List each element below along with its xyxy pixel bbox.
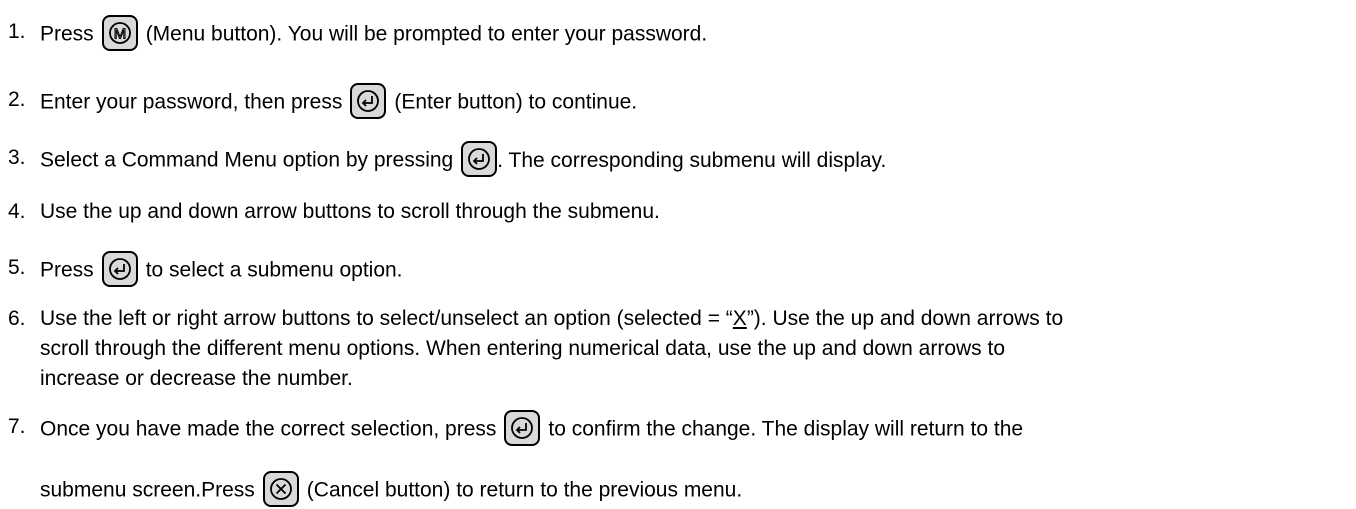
step-line: submenu screen.Press (Cancel button) to r… — [40, 471, 1348, 509]
cancel-button-icon — [262, 471, 299, 507]
step-text: submenu screen.Press — [40, 478, 255, 502]
step-text: Press — [40, 258, 94, 282]
step-line: Once you have made the correct selection… — [40, 410, 1348, 448]
step-text: ”). Use the up and down arrows to — [746, 307, 1064, 330]
menu-button-icon: M — [101, 15, 138, 51]
step-text: Select a Command Menu option by pressing — [40, 148, 454, 172]
step-line: scroll through the different menu option… — [40, 337, 1006, 360]
step-number: 4. — [8, 200, 26, 223]
step-number: 3. — [8, 146, 26, 169]
enter-button-icon — [350, 83, 387, 119]
step-text: to select a submenu option. — [145, 258, 403, 282]
step-text: to confirm the change. The display will … — [548, 417, 1024, 441]
enter-button-icon — [101, 251, 138, 287]
step-line: Use the left or right arrow buttons to s… — [40, 304, 1348, 334]
step-number: 1. — [8, 20, 26, 43]
enter-button-icon — [461, 141, 498, 177]
step-number: 6. — [8, 307, 26, 330]
selected-marker: X — [732, 307, 747, 330]
step-text: . The corresponding submenu will display… — [497, 148, 887, 172]
step-number: 5. — [8, 256, 26, 279]
enter-button-icon — [504, 410, 541, 446]
step-text: Use the left or right arrow buttons to s… — [40, 307, 733, 330]
step-text: (Menu button). You will be prompted to e… — [145, 22, 708, 46]
step-text: Enter your password, then press — [40, 90, 343, 114]
svg-text:M: M — [113, 26, 126, 43]
step-text: Use the up and down arrow buttons to scr… — [40, 200, 660, 223]
step-number: 2. — [8, 88, 26, 111]
step-text: (Enter button) to continue. — [394, 90, 638, 114]
step-text: Once you have made the correct selection… — [40, 417, 497, 441]
step-text: (Cancel button) to return to the previou… — [306, 478, 743, 502]
step-text: Press — [40, 22, 94, 46]
step-number: 7. — [8, 415, 26, 438]
step-line: increase or decrease the number. — [40, 367, 353, 390]
